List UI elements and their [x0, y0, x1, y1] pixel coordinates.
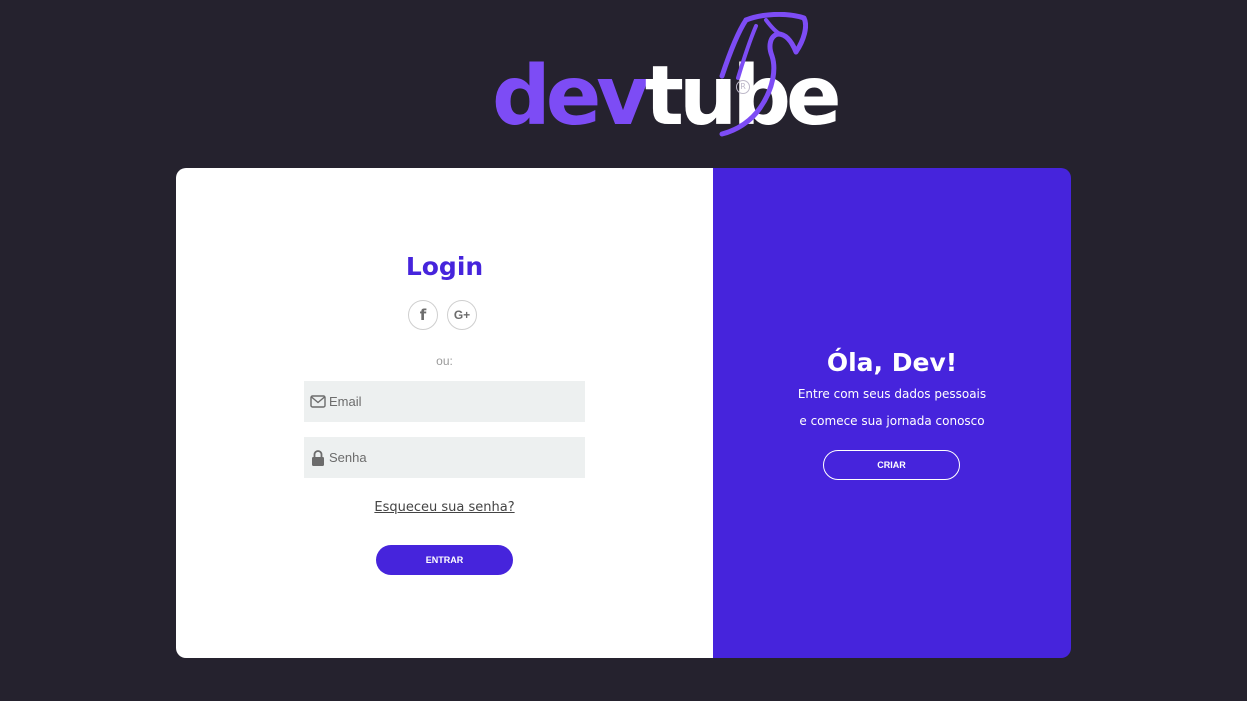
forgot-password-link[interactable]: Esqueceu sua senha? [176, 500, 713, 515]
greeting-line-1: Entre com seus dados pessoais [797, 387, 987, 401]
devtube-logo: devtube R [492, 12, 842, 152]
envelope-icon [309, 394, 327, 410]
social-login: f G+ [408, 300, 477, 330]
greeting-line-2: e comece sua jornada conosco [799, 414, 985, 428]
logo-dev-text: dev [492, 49, 650, 144]
signup-button[interactable]: CRIAR [823, 450, 960, 480]
email-input[interactable] [329, 386, 569, 417]
auth-card: Login f G+ ou: Email Esqueceu sua senha?… [176, 168, 1071, 658]
greeting-title: Óla, Dev! [826, 348, 958, 377]
login-button[interactable]: ENTRAR [376, 545, 513, 575]
divider-text: ou: [436, 354, 453, 368]
password-field-wrapper [304, 437, 585, 478]
lock-icon [309, 449, 327, 466]
toucan-icon [719, 12, 808, 137]
email-field-wrapper [304, 381, 585, 422]
signup-panel: Óla, Dev! Entre com seus dados pessoais … [713, 168, 1071, 658]
login-title: Login [405, 252, 484, 281]
password-input[interactable] [329, 442, 569, 473]
facebook-icon: f [419, 306, 427, 324]
registered-mark: R [736, 80, 750, 94]
facebook-login-button[interactable]: f [408, 300, 438, 330]
google-plus-login-button[interactable]: G+ [447, 300, 477, 330]
login-panel: Login f G+ ou: Email Esqueceu sua senha?… [176, 168, 713, 658]
google-plus-icon: G+ [453, 308, 471, 322]
